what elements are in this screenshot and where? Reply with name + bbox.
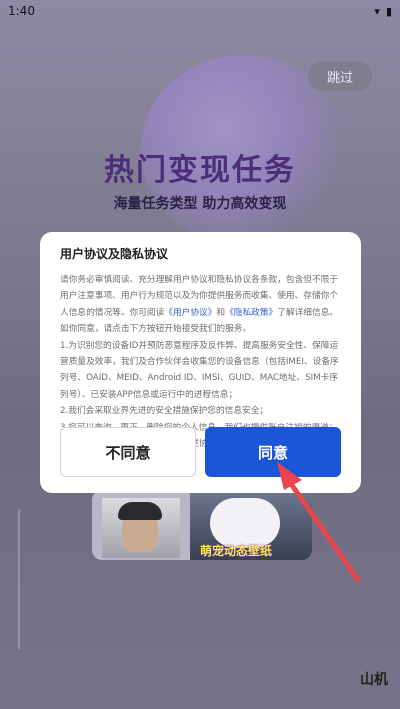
status-bar: 1:40 ▾ ▮ bbox=[0, 0, 400, 22]
portrait-thumbnail bbox=[102, 498, 180, 558]
agree-lead-text: 如你同意，请点击下方按钮开始接受我们的服务。 bbox=[60, 324, 252, 335]
corner-logo-text: 山机 bbox=[360, 672, 388, 688]
dialog-intro-paragraph: 请你务必审慎阅读、充分理解用户协议和隐私协议各条款，包含但不限于用户注意事项、用… bbox=[60, 272, 341, 338]
agreement-dialog: 用户协议及隐私协议 请你务必审慎阅读、充分理解用户协议和隐私协议各条款，包含但不… bbox=[40, 232, 361, 493]
status-icons: ▾ ▮ bbox=[374, 5, 392, 18]
wifi-icon: ▾ bbox=[374, 4, 380, 18]
pet-wallpaper-label: 萌宠动态壁纸 bbox=[200, 544, 273, 558]
dialog-item-2: 2.我们会采取业界先进的安全措施保护您的信息安全； bbox=[60, 406, 269, 417]
skip-button[interactable]: 跳过 bbox=[308, 61, 372, 91]
hero-subtitle: 海量任务类型 助力高效变现 bbox=[113, 196, 287, 212]
dialog-item-1: 1.为识别您的设备ID并预防恶意程序及反作弊、提高服务安全性、保障运营质量及效率… bbox=[60, 340, 339, 400]
disagree-button[interactable]: 不同意 bbox=[60, 427, 196, 477]
portrait-hair bbox=[118, 502, 162, 520]
status-time: 1:40 bbox=[8, 4, 35, 18]
dialog-title: 用户协议及隐私协议 bbox=[60, 247, 169, 261]
kitten-image bbox=[210, 498, 280, 548]
intro-end-text: 了解详细信息。 bbox=[277, 307, 338, 318]
agree-button[interactable]: 同意 bbox=[205, 427, 341, 477]
user-agreement-link[interactable]: 《用户协议》 bbox=[164, 308, 216, 318]
privacy-policy-link[interactable]: 《隐私政策》 bbox=[225, 308, 277, 318]
decorative-stripe bbox=[18, 509, 30, 649]
and-text: 和 bbox=[216, 307, 226, 318]
background-preview-card: 萌宠动态壁纸 bbox=[92, 490, 312, 560]
dialog-button-row: 不同意 同意 bbox=[60, 427, 341, 477]
battery-icon: ▮ bbox=[385, 4, 392, 18]
hero-title: 热门变现任务 bbox=[104, 153, 296, 188]
